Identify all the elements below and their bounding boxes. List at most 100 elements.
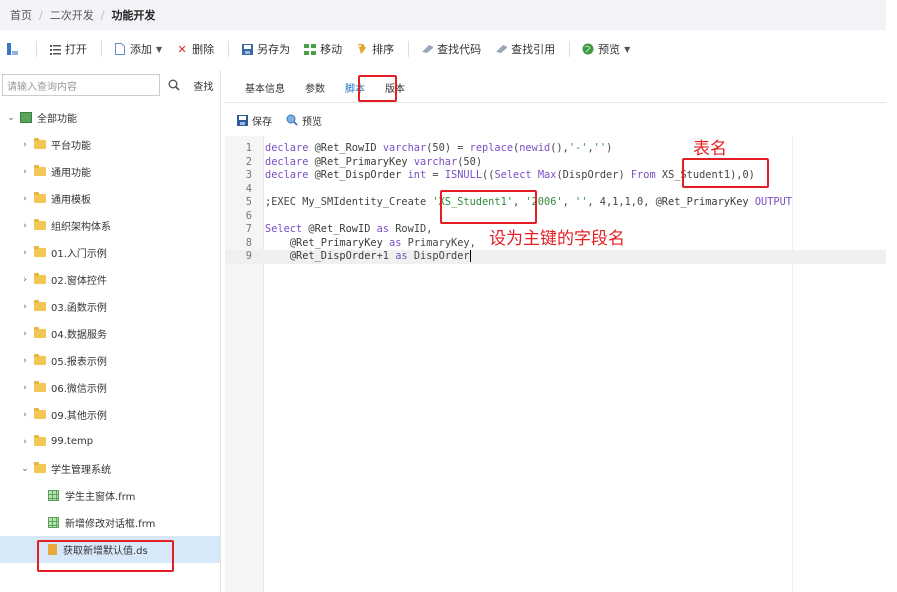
line-number: 7 xyxy=(245,223,252,235)
save-as-label: 另存为 xyxy=(257,43,291,56)
tree-folder-label: 组织架构体系 xyxy=(51,222,111,233)
code-line[interactable]: 9 @Ret_DispOrder+1 as DispOrder xyxy=(225,250,886,264)
preview-label: 预览 xyxy=(598,43,621,56)
folder-icon xyxy=(34,381,46,392)
tree-folder-item[interactable]: › 04.数据服务 xyxy=(0,320,220,347)
code-line[interactable]: 3 declare @Ret_DispOrder int = ISNULL((Se… xyxy=(225,169,886,183)
search-icon-button[interactable] xyxy=(160,74,189,96)
folder-icon xyxy=(34,300,46,311)
folder-list: › 平台功能 › 通用功能 › 通用模板 › 组织架构体系 › 01.入门示例 › 02.窗体控件 › 0… xyxy=(0,131,220,455)
highlight-box-key-field xyxy=(440,190,537,224)
highlight-box-table-name xyxy=(682,158,769,188)
annotation-table-name: 表名 xyxy=(693,139,727,159)
delete-label: 删除 xyxy=(192,43,215,56)
code-editor[interactable]: 1 declare @Ret_RowID varchar(50) = replac… xyxy=(225,136,886,592)
folder-icon xyxy=(34,462,46,473)
sort-icon xyxy=(356,43,368,55)
open-label: 打开 xyxy=(65,43,87,56)
panel-toggle-button[interactable] xyxy=(6,43,22,55)
function-tree: ⌄ 全部功能 › 平台功能 › 通用功能 › 通用模板 › 组织架构体系 › 01.入门示例 › 02… xyxy=(0,104,220,563)
tree-folder-item[interactable]: › 组织架构体系 xyxy=(0,212,220,239)
chevron-right-icon: › xyxy=(23,409,27,420)
code-line[interactable]: 2 declare @Ret_PrimaryKey varchar(50) xyxy=(225,156,886,170)
code-text: Select @Ret_RowID as RowID, xyxy=(265,223,433,235)
line-number: 5 xyxy=(245,196,252,208)
folder-icon xyxy=(34,192,46,203)
sort-button[interactable]: 排序 xyxy=(356,41,394,57)
search-input[interactable]: 请输入查询内容 xyxy=(2,74,160,96)
line-number: 8 xyxy=(245,236,252,249)
tree-folder-label: 平台功能 xyxy=(51,141,91,152)
tree-folder-label: 99.temp xyxy=(51,436,94,447)
tree-folder-item[interactable]: › 平台功能 xyxy=(0,131,220,158)
find-code-button[interactable]: 查找代码 xyxy=(421,41,481,57)
chevron-right-icon: › xyxy=(23,382,27,393)
add-button[interactable]: 添加 ▼ xyxy=(114,41,162,57)
search-bar: 请输入查询内容 查找 xyxy=(2,74,218,98)
preview-magnifier-icon xyxy=(286,114,298,126)
line-number: 6 xyxy=(245,209,252,222)
chevron-down-icon: ▼ xyxy=(156,44,163,54)
folder-icon xyxy=(34,246,46,257)
breadcrumb-separator: / xyxy=(100,8,105,22)
tree-folder-item[interactable]: › 05.报表示例 xyxy=(0,347,220,374)
find-reference-label: 查找引用 xyxy=(511,43,556,56)
code-line[interactable]: 4 xyxy=(225,183,886,197)
save-as-button[interactable]: 另存为 xyxy=(241,41,290,57)
line-number: 4 xyxy=(245,182,252,195)
tree-folder-student[interactable]: ⌄ 学生管理系统 xyxy=(0,455,220,482)
preview-button[interactable]: 预览 ▼ xyxy=(582,41,630,57)
folder-icon xyxy=(34,327,46,338)
right-panel: 基本信息 参数 脚本 版本 保存 预览 1 declare @Ret_RowID … xyxy=(225,70,886,592)
tab-basic-info[interactable]: 基本信息 xyxy=(235,72,295,102)
tree-folder-item[interactable]: › 02.窗体控件 xyxy=(0,266,220,293)
save-disk-icon xyxy=(241,43,253,55)
code-line[interactable]: 6 xyxy=(225,210,886,224)
line-number: 2 xyxy=(245,155,252,168)
folder-icon xyxy=(34,408,46,419)
tab-bar: 基本信息 参数 脚本 版本 xyxy=(225,70,886,103)
script-save-label: 保存 xyxy=(252,116,272,128)
delete-x-icon: ✕ xyxy=(177,42,187,56)
breadcrumb-level2[interactable]: 二次开发 xyxy=(50,7,94,23)
code-line[interactable]: 5 ;EXEC My_SMIdentity_Create 'XS_Student1… xyxy=(225,196,886,210)
find-code-label: 查找代码 xyxy=(437,43,482,56)
sort-label: 排序 xyxy=(372,43,395,56)
script-preview-button[interactable]: 预览 xyxy=(286,113,322,128)
move-grid-icon xyxy=(304,43,317,55)
delete-button[interactable]: ✕ 删除 xyxy=(176,41,215,57)
move-button[interactable]: 移动 xyxy=(304,41,342,57)
tree-folder-label: 03.函数示例 xyxy=(51,303,107,314)
code-text: declare @Ret_PrimaryKey varchar(50) xyxy=(265,155,483,168)
code-line[interactable]: 1 declare @Ret_RowID varchar(50) = replac… xyxy=(225,142,886,156)
chevron-right-icon: › xyxy=(23,220,27,231)
tree-folder-item[interactable]: › 09.其他示例 xyxy=(0,401,220,428)
folder-icon xyxy=(34,219,46,230)
tree-folder-item[interactable]: › 01.入门示例 xyxy=(0,239,220,266)
breadcrumb-home[interactable]: 首页 xyxy=(10,7,32,23)
tree-folder-item[interactable]: › 通用模板 xyxy=(0,185,220,212)
tree-file-main-form[interactable]: 学生主窗体.frm xyxy=(0,482,220,509)
tree-folder-label: 02.窗体控件 xyxy=(51,276,107,287)
tree-folder-label: 01.入门示例 xyxy=(51,249,107,260)
chevron-right-icon: › xyxy=(23,274,27,285)
tree-folder-item[interactable]: › 99.temp xyxy=(0,428,220,455)
tree-root[interactable]: ⌄ 全部功能 xyxy=(0,104,220,131)
tree-folder-item[interactable]: › 06.微信示例 xyxy=(0,374,220,401)
folder-icon xyxy=(34,273,46,284)
code-text: @Ret_DispOrder+1 as DispOrder xyxy=(289,250,471,262)
code-text: @Ret_PrimaryKey as PrimaryKey, xyxy=(289,236,476,249)
tree-folder-item[interactable]: › 03.函数示例 xyxy=(0,293,220,320)
find-reference-button[interactable]: 查找引用 xyxy=(495,41,555,57)
move-label: 移动 xyxy=(320,43,343,56)
toolbar-divider xyxy=(36,41,37,57)
open-button[interactable]: 打开 xyxy=(49,41,87,57)
folder-icon xyxy=(34,354,46,365)
tree-folder-item[interactable]: › 通用功能 xyxy=(0,158,220,185)
tab-parameters[interactable]: 参数 xyxy=(295,72,335,102)
save-disk-icon xyxy=(237,114,248,126)
script-save-button[interactable]: 保存 xyxy=(237,113,272,128)
panel-icon xyxy=(6,43,18,55)
search-button[interactable]: 查找 xyxy=(189,74,218,96)
tree-file-dialog-form[interactable]: 新增修改对话框.frm xyxy=(0,509,220,536)
